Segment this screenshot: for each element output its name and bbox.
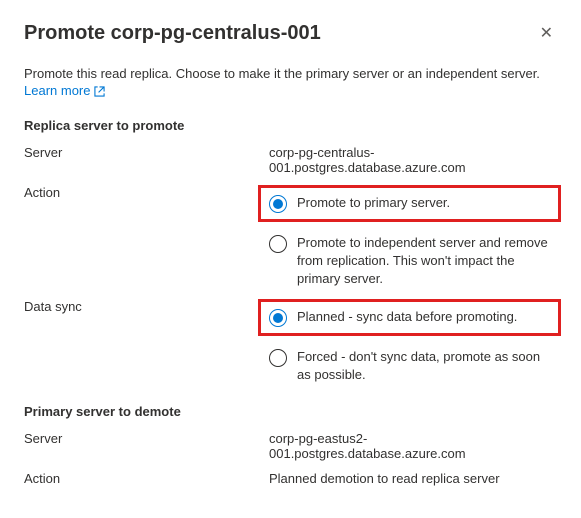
close-button[interactable]: ✕	[536, 22, 557, 46]
action-option-independent-label: Promote to independent server and remove…	[297, 234, 557, 289]
replica-server-value: corp-pg-centralus-001.postgres.database.…	[269, 145, 557, 175]
datasync-label: Data sync	[24, 299, 269, 314]
action-option-primary-label: Promote to primary server.	[297, 194, 450, 212]
learn-more-link[interactable]: Learn more	[24, 83, 105, 98]
action-option-primary[interactable]: Promote to primary server.	[258, 185, 561, 222]
primary-action-value: Planned demotion to read replica server	[269, 471, 557, 486]
primary-action-label: Action	[24, 471, 269, 486]
replica-server-label: Server	[24, 145, 269, 160]
radio-selected-icon	[269, 195, 287, 213]
radio-unselected-icon	[269, 235, 287, 253]
radio-selected-icon	[269, 309, 287, 327]
action-label: Action	[24, 185, 269, 200]
datasync-option-forced[interactable]: Forced - don't sync data, promote as soo…	[269, 348, 557, 384]
primary-server-value: corp-pg-eastus2-001.postgres.database.az…	[269, 431, 557, 461]
datasync-option-planned[interactable]: Planned - sync data before promoting.	[258, 299, 561, 336]
radio-unselected-icon	[269, 349, 287, 367]
action-option-independent[interactable]: Promote to independent server and remove…	[269, 234, 557, 289]
datasync-option-forced-label: Forced - don't sync data, promote as soo…	[297, 348, 557, 384]
close-icon: ✕	[540, 25, 553, 42]
intro-text: Promote this read replica. Choose to mak…	[24, 66, 557, 81]
learn-more-label: Learn more	[24, 83, 90, 98]
replica-section-heading: Replica server to promote	[24, 118, 557, 133]
external-link-icon	[94, 85, 105, 96]
primary-section-heading: Primary server to demote	[24, 404, 557, 419]
datasync-option-planned-label: Planned - sync data before promoting.	[297, 308, 517, 326]
primary-server-label: Server	[24, 431, 269, 446]
panel-title: Promote corp-pg-centralus-001	[24, 22, 321, 45]
